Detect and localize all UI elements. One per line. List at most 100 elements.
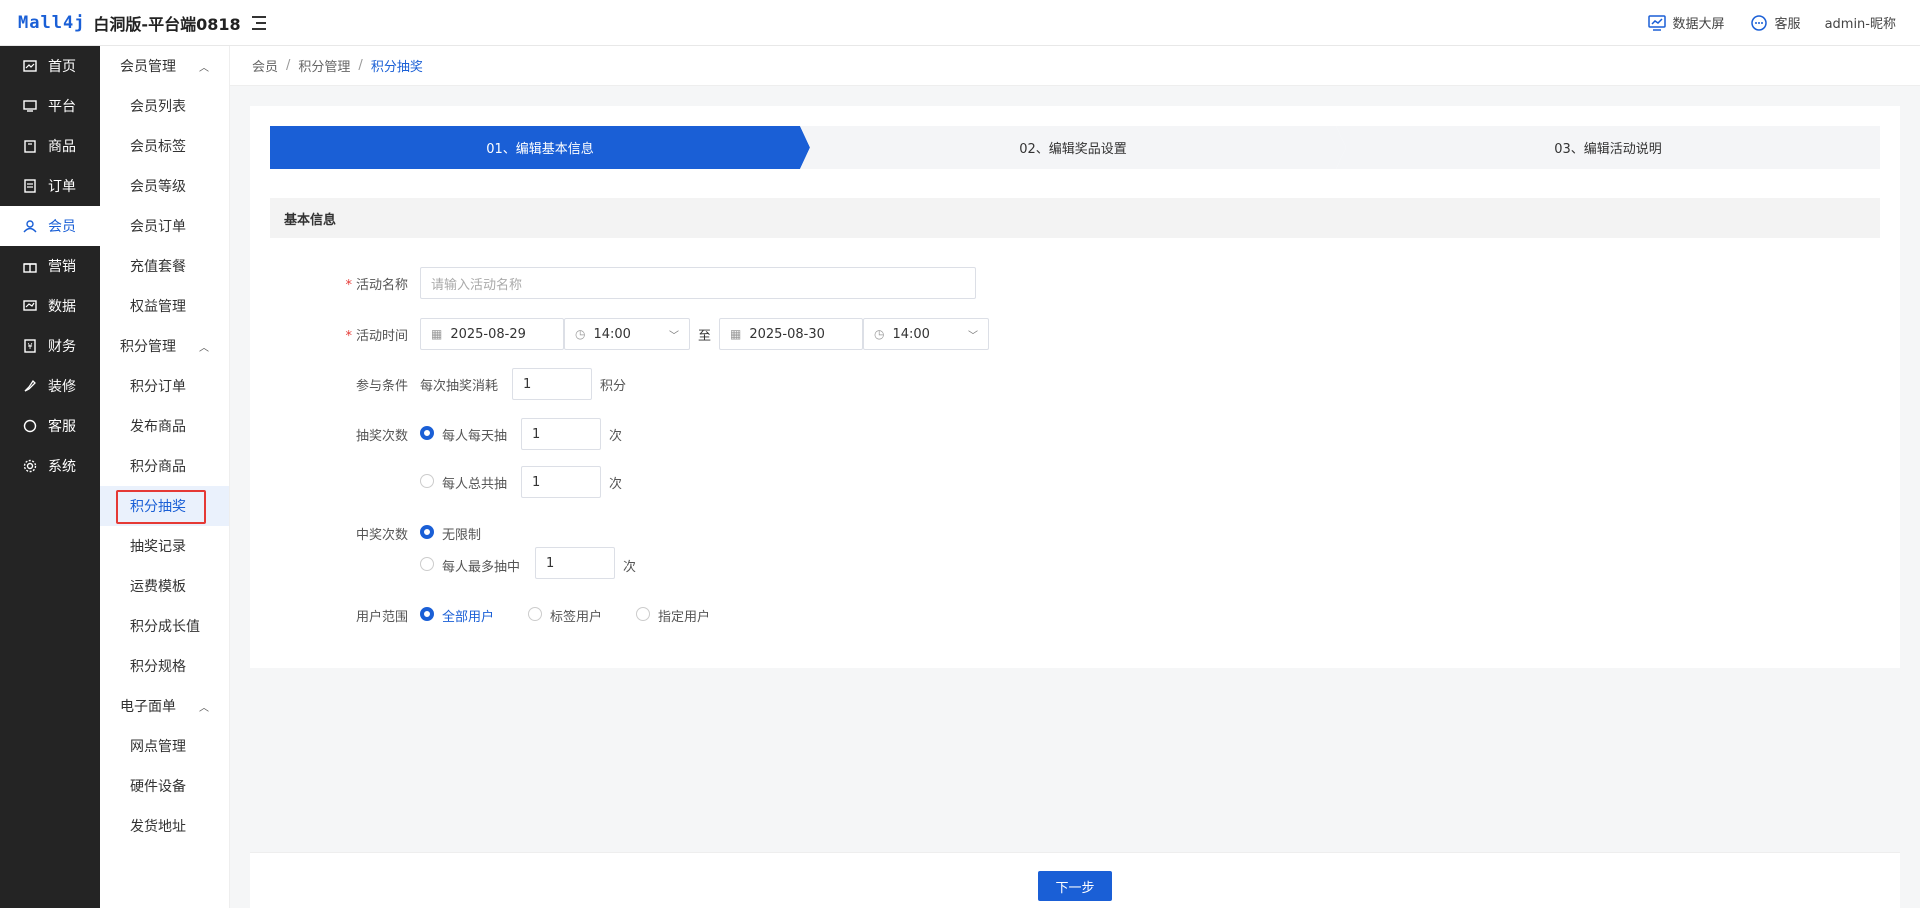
menu-group-e-waybill[interactable]: 电子面单 ︿ [100, 686, 229, 726]
start-date-picker[interactable]: ▦ 2025-08-29 [420, 318, 564, 350]
daily-draw-label[interactable]: 每人每天抽 [442, 425, 507, 444]
logo-mark: Mall4j [18, 12, 86, 33]
lottery-form-card: 01、编辑基本信息 02、编辑奖品设置 03、编辑活动说明 基本信息 * 活动名称… [250, 106, 1900, 668]
start-date-value: 2025-08-29 [450, 326, 526, 342]
total-draw-input[interactable]: 1 [521, 466, 601, 498]
data-screen-button[interactable]: 数据大屏 [1647, 13, 1725, 33]
username: admin-昵称 [1824, 17, 1896, 32]
menu-item-hardware-devices[interactable]: 硬件设备 [100, 766, 229, 806]
menu-item-member-levels[interactable]: 会员等级 [100, 166, 229, 206]
menu-item-publish-product[interactable]: 发布商品 [100, 406, 229, 446]
menu-item-points-products[interactable]: 积分商品 [100, 446, 229, 486]
sidebar-item-platform[interactable]: 平台 [0, 86, 100, 126]
logo: Mall4j 白洞版-平台端0818 [0, 11, 241, 35]
annotation-highlight-box [116, 490, 206, 524]
sidebar-item-label: 平台 [48, 99, 76, 115]
sidebar-item-label: 订单 [48, 179, 76, 195]
draw-times-label: 抽奖次数 [355, 429, 408, 444]
daily-draw-input[interactable]: 1 [521, 418, 601, 450]
next-step-button[interactable]: 下一步 [1038, 871, 1112, 901]
dashboard-icon [22, 58, 38, 74]
data-screen-label: 数据大屏 [1672, 17, 1725, 32]
points-cost-input[interactable]: 1 [512, 368, 592, 400]
activity-name-input[interactable]: 请输入活动名称 [420, 267, 976, 299]
secondary-menu: 会员管理 ︿ 会员列表 会员标签 会员等级 会员订单 充值套餐 权益管理 积分管… [100, 46, 230, 908]
steps-bar: 01、编辑基本信息 02、编辑奖品设置 03、编辑活动说明 [270, 126, 1880, 169]
breadcrumb: 会员 / 积分管理 / 积分抽奖 [230, 46, 1920, 86]
start-time-picker[interactable]: ◷ 14:00 ﹀ [564, 318, 690, 350]
menu-item-lottery-records[interactable]: 抽奖记录 [100, 526, 229, 566]
finance-icon: ¥ [22, 338, 38, 354]
sidebar-item-home[interactable]: 首页 [0, 46, 100, 86]
step-2[interactable]: 02、编辑奖品设置 [800, 126, 1346, 169]
app-title: 白洞版-平台端0818 [93, 14, 241, 34]
sidebar-item-decoration[interactable]: 装修 [0, 366, 100, 406]
document-icon [22, 178, 38, 194]
radio-tag-users[interactable] [528, 607, 542, 621]
end-time-picker[interactable]: ◷ 14:00 ﹀ [863, 318, 989, 350]
menu-item-benefits[interactable]: 权益管理 [100, 286, 229, 326]
menu-group-member-management[interactable]: 会员管理 ︿ [100, 46, 229, 86]
calendar-icon: ▦ [730, 327, 742, 341]
top-bar: Mall4j 白洞版-平台端0818 数据大屏 客服 admin-昵称 [0, 0, 1920, 46]
end-date-picker[interactable]: ▦ 2025-08-30 [719, 318, 863, 350]
menu-item-points-lottery[interactable]: 积分抽奖 [100, 486, 229, 526]
radio-all-users[interactable] [420, 607, 434, 621]
radio-daily-draw[interactable] [420, 426, 434, 440]
menu-item-shipping-templates[interactable]: 运费模板 [100, 566, 229, 606]
monitor-icon [22, 98, 38, 114]
end-date-value: 2025-08-30 [749, 326, 825, 342]
tag-users-label[interactable]: 标签用户 [550, 606, 602, 625]
step-1[interactable]: 01、编辑基本信息 [270, 126, 810, 169]
max-win-input[interactable]: 1 [535, 547, 615, 579]
radio-total-draw[interactable] [420, 474, 434, 488]
total-draw-label[interactable]: 每人总共抽 [442, 473, 507, 492]
radio-max-win[interactable] [420, 557, 434, 571]
sidebar-item-label: 营销 [48, 259, 76, 275]
unlimited-win-label[interactable]: 无限制 [442, 524, 481, 543]
chat-icon [22, 418, 38, 434]
sidebar-item-data[interactable]: 数据 [0, 286, 100, 326]
breadcrumb-members[interactable]: 会员 [252, 56, 278, 75]
menu-item-points-orders[interactable]: 积分订单 [100, 366, 229, 406]
user-menu[interactable]: admin-昵称 [1825, 13, 1896, 32]
menu-toggle-icon[interactable] [252, 15, 270, 30]
menu-item-points-specs[interactable]: 积分规格 [100, 646, 229, 686]
radio-unlimited-win[interactable] [420, 525, 434, 539]
sidebar-item-members[interactable]: 会员 [0, 206, 100, 246]
users-icon [22, 218, 38, 234]
specified-users-label[interactable]: 指定用户 [658, 606, 710, 625]
sidebar-item-marketing[interactable]: 营销 [0, 246, 100, 286]
sidebar-item-system[interactable]: 系统 [0, 446, 100, 486]
menu-group-points-management[interactable]: 积分管理 ︿ [100, 326, 229, 366]
customer-service-button[interactable]: 客服 [1749, 13, 1801, 33]
breadcrumb-separator: / [286, 58, 291, 73]
radio-specified-users[interactable] [636, 607, 650, 621]
bag-icon [22, 138, 38, 154]
section-title: 基本信息 [270, 198, 1880, 238]
sidebar-item-finance[interactable]: ¥ 财务 [0, 326, 100, 366]
menu-item-growth-value[interactable]: 积分成长值 [100, 606, 229, 646]
breadcrumb-points[interactable]: 积分管理 [298, 56, 350, 75]
menu-item-shipping-address[interactable]: 发货地址 [100, 806, 229, 846]
step-3[interactable]: 03、编辑活动说明 [1336, 126, 1880, 169]
end-time-value: 14:00 [892, 326, 930, 342]
sidebar-item-label: 装修 [48, 379, 76, 395]
menu-item-recharge-packages[interactable]: 充值套餐 [100, 246, 229, 286]
clock-icon: ◷ [575, 327, 586, 341]
menu-item-outlet-management[interactable]: 网点管理 [100, 726, 229, 766]
sidebar-item-service[interactable]: 客服 [0, 406, 100, 446]
step-label: 02、编辑奖品设置 [1019, 142, 1127, 157]
times-unit: 次 [609, 477, 623, 492]
chevron-down-icon: ﹀ [968, 330, 978, 342]
menu-item-member-tags[interactable]: 会员标签 [100, 126, 229, 166]
all-users-label[interactable]: 全部用户 [442, 606, 494, 625]
condition-label: 参与条件 [355, 379, 408, 394]
max-win-label[interactable]: 每人最多抽中 [442, 556, 520, 575]
sidebar-item-orders[interactable]: 订单 [0, 166, 100, 206]
sidebar-item-products[interactable]: 商品 [0, 126, 100, 166]
menu-item-member-orders[interactable]: 会员订单 [100, 206, 229, 246]
menu-group-label: 电子面单 [120, 699, 176, 715]
menu-item-member-list[interactable]: 会员列表 [100, 86, 229, 126]
step-label: 03、编辑活动说明 [1554, 142, 1662, 157]
